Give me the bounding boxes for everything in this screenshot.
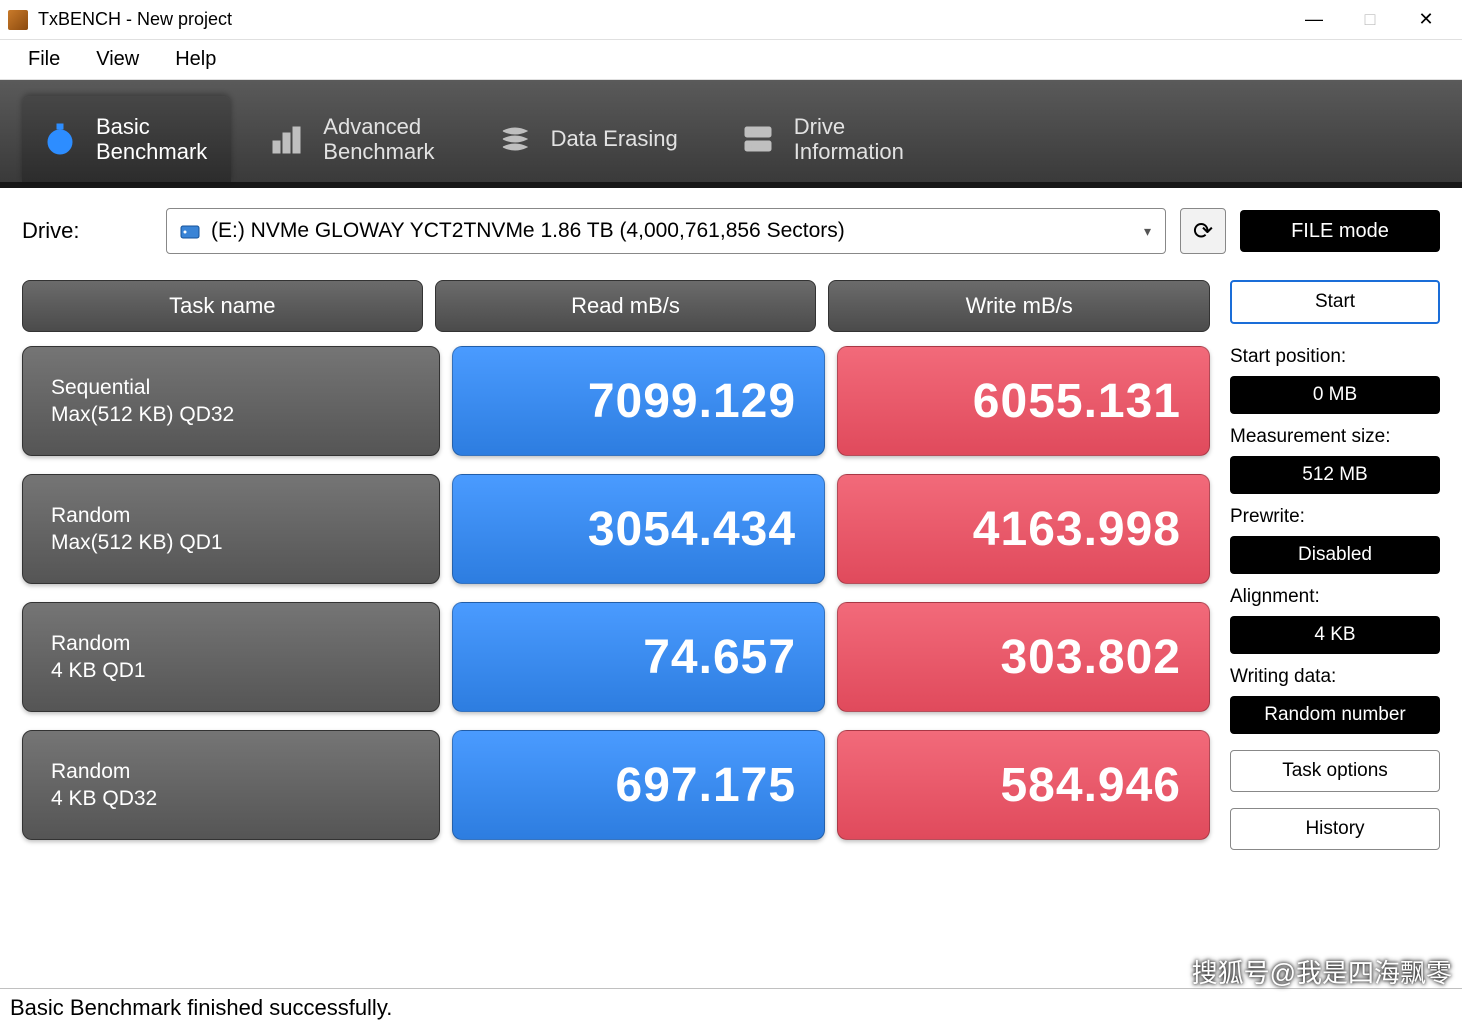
task-cell: Random4 KB QD1: [22, 602, 440, 712]
drive-select[interactable]: (E:) NVMe GLOWAY YCT2TNVMe 1.86 TB (4,00…: [166, 208, 1166, 254]
read-value: 7099.129: [452, 346, 825, 456]
tab-label: DriveInformation: [794, 114, 904, 165]
window-title: TxBENCH - New project: [38, 9, 1286, 30]
prewrite-label: Prewrite:: [1230, 506, 1440, 528]
table-row: RandomMax(512 KB) QD1 3054.434 4163.998: [22, 474, 1210, 584]
statusbar: Basic Benchmark finished successfully.: [0, 988, 1462, 1026]
tab-data-erasing[interactable]: Data Erasing: [477, 96, 702, 182]
file-mode-button[interactable]: FILE mode: [1240, 210, 1440, 252]
start-button[interactable]: Start: [1230, 280, 1440, 324]
header-read: Read mB/s: [435, 280, 817, 332]
drive-icon: [738, 119, 778, 159]
sidebar: Start Start position: 0 MB Measurement s…: [1230, 280, 1440, 858]
start-position-value[interactable]: 0 MB: [1230, 376, 1440, 414]
header-write: Write mB/s: [828, 280, 1210, 332]
window-controls: — □ ✕: [1286, 0, 1454, 40]
erase-icon: [495, 119, 535, 159]
stopwatch-icon: [40, 119, 80, 159]
titlebar: TxBENCH - New project — □ ✕: [0, 0, 1462, 40]
menu-view[interactable]: View: [78, 42, 157, 77]
drive-value: (E:) NVMe GLOWAY YCT2TNVMe 1.86 TB (4,00…: [211, 219, 845, 243]
table-row: SequentialMax(512 KB) QD32 7099.129 6055…: [22, 346, 1210, 456]
maximize-button[interactable]: □: [1342, 0, 1398, 40]
tab-advanced-benchmark[interactable]: AdvancedBenchmark: [249, 96, 458, 182]
measurement-size-label: Measurement size:: [1230, 426, 1440, 448]
table-row: Random4 KB QD1 74.657 303.802: [22, 602, 1210, 712]
status-text: Basic Benchmark finished successfully.: [10, 995, 392, 1021]
watermark: 搜狐号@我是四海飘零: [1192, 953, 1452, 990]
write-value: 303.802: [837, 602, 1210, 712]
read-value: 697.175: [452, 730, 825, 840]
minimize-button[interactable]: —: [1286, 0, 1342, 40]
header-row: Task name Read mB/s Write mB/s: [22, 280, 1210, 332]
menu-file[interactable]: File: [10, 42, 78, 77]
tab-drive-information[interactable]: DriveInformation: [720, 96, 928, 182]
history-button[interactable]: History: [1230, 808, 1440, 850]
task-cell: Random4 KB QD32: [22, 730, 440, 840]
menubar: File View Help: [0, 40, 1462, 80]
write-value: 4163.998: [837, 474, 1210, 584]
header-task: Task name: [22, 280, 423, 332]
task-options-button[interactable]: Task options: [1230, 750, 1440, 792]
write-value: 584.946: [837, 730, 1210, 840]
refresh-icon: ⟳: [1193, 217, 1213, 246]
writing-data-label: Writing data:: [1230, 666, 1440, 688]
read-value: 3054.434: [452, 474, 825, 584]
measurement-size-value[interactable]: 512 MB: [1230, 456, 1440, 494]
results-table: Task name Read mB/s Write mB/s Sequentia…: [22, 280, 1210, 858]
read-value: 74.657: [452, 602, 825, 712]
writing-data-value[interactable]: Random number: [1230, 696, 1440, 734]
main-area: Task name Read mB/s Write mB/s Sequentia…: [0, 262, 1462, 858]
chevron-down-icon: ▾: [1144, 223, 1151, 240]
prewrite-value[interactable]: Disabled: [1230, 536, 1440, 574]
tab-label: Data Erasing: [551, 126, 678, 151]
refresh-button[interactable]: ⟳: [1180, 208, 1226, 254]
tab-label: BasicBenchmark: [96, 114, 207, 165]
task-cell: SequentialMax(512 KB) QD32: [22, 346, 440, 456]
ribbon: BasicBenchmark AdvancedBenchmark Data Er…: [0, 80, 1462, 188]
app-icon: [8, 10, 28, 30]
start-position-label: Start position:: [1230, 346, 1440, 368]
drive-row: Drive: (E:) NVMe GLOWAY YCT2TNVMe 1.86 T…: [0, 188, 1462, 262]
write-value: 6055.131: [837, 346, 1210, 456]
alignment-label: Alignment:: [1230, 586, 1440, 608]
task-cell: RandomMax(512 KB) QD1: [22, 474, 440, 584]
tab-basic-benchmark[interactable]: BasicBenchmark: [22, 96, 231, 182]
alignment-value[interactable]: 4 KB: [1230, 616, 1440, 654]
drive-label: Drive:: [22, 218, 152, 244]
table-row: Random4 KB QD32 697.175 584.946: [22, 730, 1210, 840]
menu-help[interactable]: Help: [157, 42, 234, 77]
close-button[interactable]: ✕: [1398, 0, 1454, 40]
tab-label: AdvancedBenchmark: [323, 114, 434, 165]
bars-icon: [267, 119, 307, 159]
disk-icon: [179, 220, 201, 242]
